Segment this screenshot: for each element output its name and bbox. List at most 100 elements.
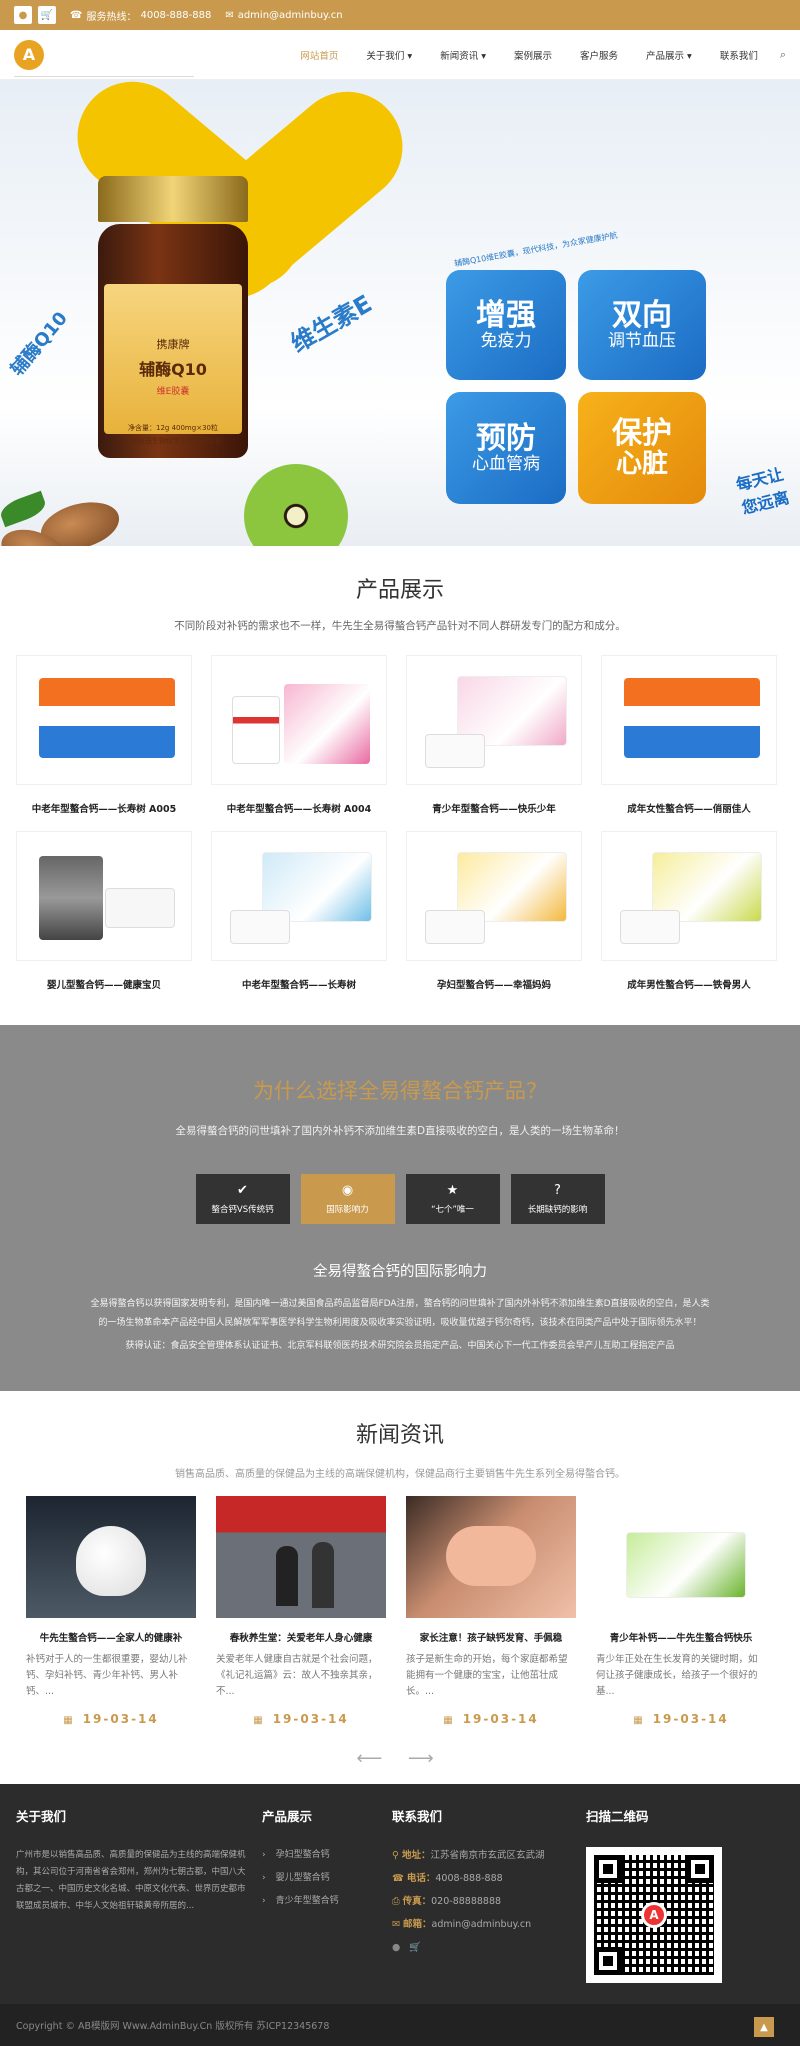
calendar-icon: ▦: [253, 1715, 265, 1726]
puzzle-immunity: 增强 免疫力: [446, 270, 566, 380]
news-title-text[interactable]: 牛先生螯合钙——全家人的健康补: [26, 1630, 196, 1644]
news-image[interactable]: [596, 1496, 766, 1618]
product-image[interactable]: [16, 655, 192, 785]
product-image[interactable]: [601, 831, 777, 961]
footer-about-title: 关于我们: [16, 1809, 67, 1824]
news-card[interactable]: 家长注意！孩子缺钙发育、手佩稳 孩子是新生命的开始，每个家庭都希望能拥有一个健康…: [406, 1496, 576, 1726]
product-image[interactable]: [211, 831, 387, 961]
arrow-right-icon: ›: [262, 1873, 266, 1883]
product-card[interactable]: 成年男性螯合钙——铁骨男人: [601, 831, 777, 1007]
bottle-cap: [98, 176, 248, 222]
product-name[interactable]: 中老年型螯合钙——长寿树 A005: [16, 801, 192, 815]
news-image[interactable]: [216, 1496, 386, 1618]
product-card[interactable]: 青少年型螯合钙——快乐少年: [406, 655, 582, 831]
cart-icon[interactable]: 🛒: [38, 6, 56, 24]
puzzle-cardio-big: 预防: [476, 421, 536, 457]
nav-item-news[interactable]: 新闻资讯 ▾: [426, 48, 500, 62]
news-title-text[interactable]: 家长注意！孩子缺钙发育、手佩稳: [406, 1630, 576, 1644]
qr-corner: [594, 1855, 622, 1883]
top-email[interactable]: ✉ admin@adminbuy.cn: [225, 10, 342, 21]
product-image[interactable]: [406, 655, 582, 785]
site-logo[interactable]: A: [14, 39, 44, 70]
nav-item-cases[interactable]: 案例展示: [500, 48, 566, 62]
news-title-text[interactable]: 青少年补钙——牛先生螯合钙快乐: [596, 1630, 766, 1644]
puzzle-blood-pressure: 双向 调节血压: [578, 270, 706, 380]
footer-products: 产品展示 › 孕妇型螯合钙 › 婴儿型螯合钙 › 青少年型螯合钙: [262, 1806, 392, 2004]
footer-product-link[interactable]: › 青少年型螯合钙: [262, 1893, 392, 1906]
star-icon: ★: [446, 1182, 459, 1198]
product-card[interactable]: 孕妇型螯合钙——幸福妈妈: [406, 831, 582, 1007]
news-date-text: 19-03-14: [82, 1712, 159, 1726]
product-card[interactable]: 婴儿型螯合钙——健康宝贝: [16, 831, 192, 1007]
news-card[interactable]: 牛先生螯合钙——全家人的健康补 补钙对于人的一生都很重要，婴幼儿补钙、孕妇补钙、…: [26, 1496, 196, 1726]
nav-item-home[interactable]: 网站首页: [286, 48, 352, 62]
nav-item-contact[interactable]: 联系我们: [706, 48, 772, 62]
product-sachet: [425, 734, 485, 768]
why-title: 为什么选择全易得螯合钙产品？: [253, 1079, 547, 1103]
why-heading: 全易得螯合钙的国际影响力: [313, 1264, 487, 1280]
mail-icon: ✉: [225, 9, 234, 21]
footer: 关于我们 广州市是以销售高品质、高质量的保健品为主线的高端保健机构，其公司位于河…: [0, 1784, 800, 2004]
product-name[interactable]: 成年男性螯合钙——铁骨男人: [601, 977, 777, 991]
product-name[interactable]: 成年女性螯合钙——俏丽佳人: [601, 801, 777, 815]
product-sachet: [105, 888, 175, 928]
news-grid: 牛先生螯合钙——全家人的健康补 补钙对于人的一生都很重要，婴幼儿补钙、孕妇补钙、…: [0, 1496, 800, 1726]
product-sachet: [230, 910, 290, 944]
mail-icon: ✉: [392, 1919, 403, 1930]
product-name[interactable]: 青少年型螯合钙——快乐少年: [406, 801, 582, 815]
tab-deficiency[interactable]: ? 长期缺钙的影响: [510, 1174, 605, 1224]
news-date: ▦ 19-03-14: [596, 1712, 766, 1726]
qq-icon[interactable]: ●: [14, 6, 32, 24]
product-box: [284, 684, 370, 764]
location-icon: ⚲: [392, 1850, 402, 1861]
puzzle-cardio: 预防 心血管病: [446, 392, 566, 504]
footer-email[interactable]: ✉ 邮箱：admin@adminbuy.cn: [392, 1916, 586, 1930]
footer-product-link[interactable]: › 孕妇型螯合钙: [262, 1847, 392, 1860]
nav-item-products[interactable]: 产品展示 ▾: [632, 48, 706, 62]
product-card[interactable]: 中老年型螯合钙——长寿树: [211, 831, 387, 1007]
qr-corner: [686, 1855, 714, 1883]
news-card[interactable]: 青少年补钙——牛先生螯合钙快乐 青少年正处在生长发育的关键时期，如何让孩子健康成…: [596, 1496, 766, 1726]
tab-seven-unique[interactable]: ★ “七个”唯一: [405, 1174, 500, 1224]
footer-phone: ☎ 电话：4008-888-888: [392, 1870, 586, 1884]
hotline: ☎ 服务热线： 4008-888-888: [70, 8, 211, 23]
globe-icon: ◉: [341, 1182, 354, 1198]
nav-item-about[interactable]: 关于我们 ▾: [352, 48, 426, 62]
news-card[interactable]: 春秋养生堂：关爱老年人身心健康 关爱老年人健康自古就是个社会问题，《礼记礼运篇》…: [216, 1496, 386, 1726]
search-icon[interactable]: ⌕: [772, 48, 786, 62]
product-image[interactable]: [406, 831, 582, 961]
back-to-top-icon[interactable]: ▲: [754, 2017, 774, 2037]
product-image[interactable]: [211, 655, 387, 785]
product-name[interactable]: 婴儿型螯合钙——健康宝贝: [16, 977, 192, 991]
product-card[interactable]: 中老年型螯合钙——长寿树 A004: [211, 655, 387, 831]
news-image[interactable]: [26, 1496, 196, 1618]
news-date: ▦ 19-03-14: [216, 1712, 386, 1726]
cart-icon[interactable]: 🛒: [409, 1942, 421, 1953]
news-image[interactable]: [406, 1496, 576, 1618]
tab-comparison[interactable]: ✔ 螯合钙VS传统钙: [195, 1174, 290, 1224]
carousel-arrows[interactable]: ⟵ ⟶: [0, 1748, 800, 1769]
calendar-icon: ▦: [633, 1715, 645, 1726]
product-image[interactable]: [601, 655, 777, 785]
product-name[interactable]: 中老年型螯合钙——长寿树: [211, 977, 387, 991]
hero-banner[interactable]: 辅酶Q10 维生素E 携康牌 辅酶Q10 维E胶囊 净含量：12g 400mg×…: [0, 80, 800, 546]
puzzle-caption: 辅酶Q10维E胶囊，现代科技，为众家健康护航: [453, 230, 619, 269]
person-shape: [312, 1542, 334, 1608]
footer-product-link[interactable]: › 婴儿型螯合钙: [262, 1870, 392, 1883]
news-title-text[interactable]: 春秋养生堂：关爱老年人身心健康: [216, 1630, 386, 1644]
product-name[interactable]: 中老年型螯合钙——长寿树 A004: [211, 801, 387, 815]
puzzle-bp-big: 双向: [612, 298, 672, 334]
footer-product-link-text: 婴儿型螯合钙: [275, 1873, 330, 1883]
qq-icon[interactable]: ●: [392, 1942, 400, 1953]
banner-tail-text: 每天让您远离: [734, 464, 792, 518]
product-image[interactable]: [16, 831, 192, 961]
product-card[interactable]: 中老年型螯合钙——长寿树 A005: [16, 655, 192, 831]
product-bottle-small: [232, 696, 280, 764]
tab-influence[interactable]: ◉ 国际影响力: [300, 1174, 395, 1224]
product-card[interactable]: 成年女性螯合钙——俏丽佳人: [601, 655, 777, 831]
news-excerpt: 补钙对于人的一生都很重要，婴幼儿补钙、孕妇补钙、青少年补钙、男人补钙、...: [26, 1654, 188, 1697]
news-date: ▦ 19-03-14: [26, 1712, 196, 1726]
product-name[interactable]: 孕妇型螯合钙——幸福妈妈: [406, 977, 582, 991]
fax-icon: ⎙: [392, 1896, 403, 1907]
nav-item-service[interactable]: 客户服务: [566, 48, 632, 62]
